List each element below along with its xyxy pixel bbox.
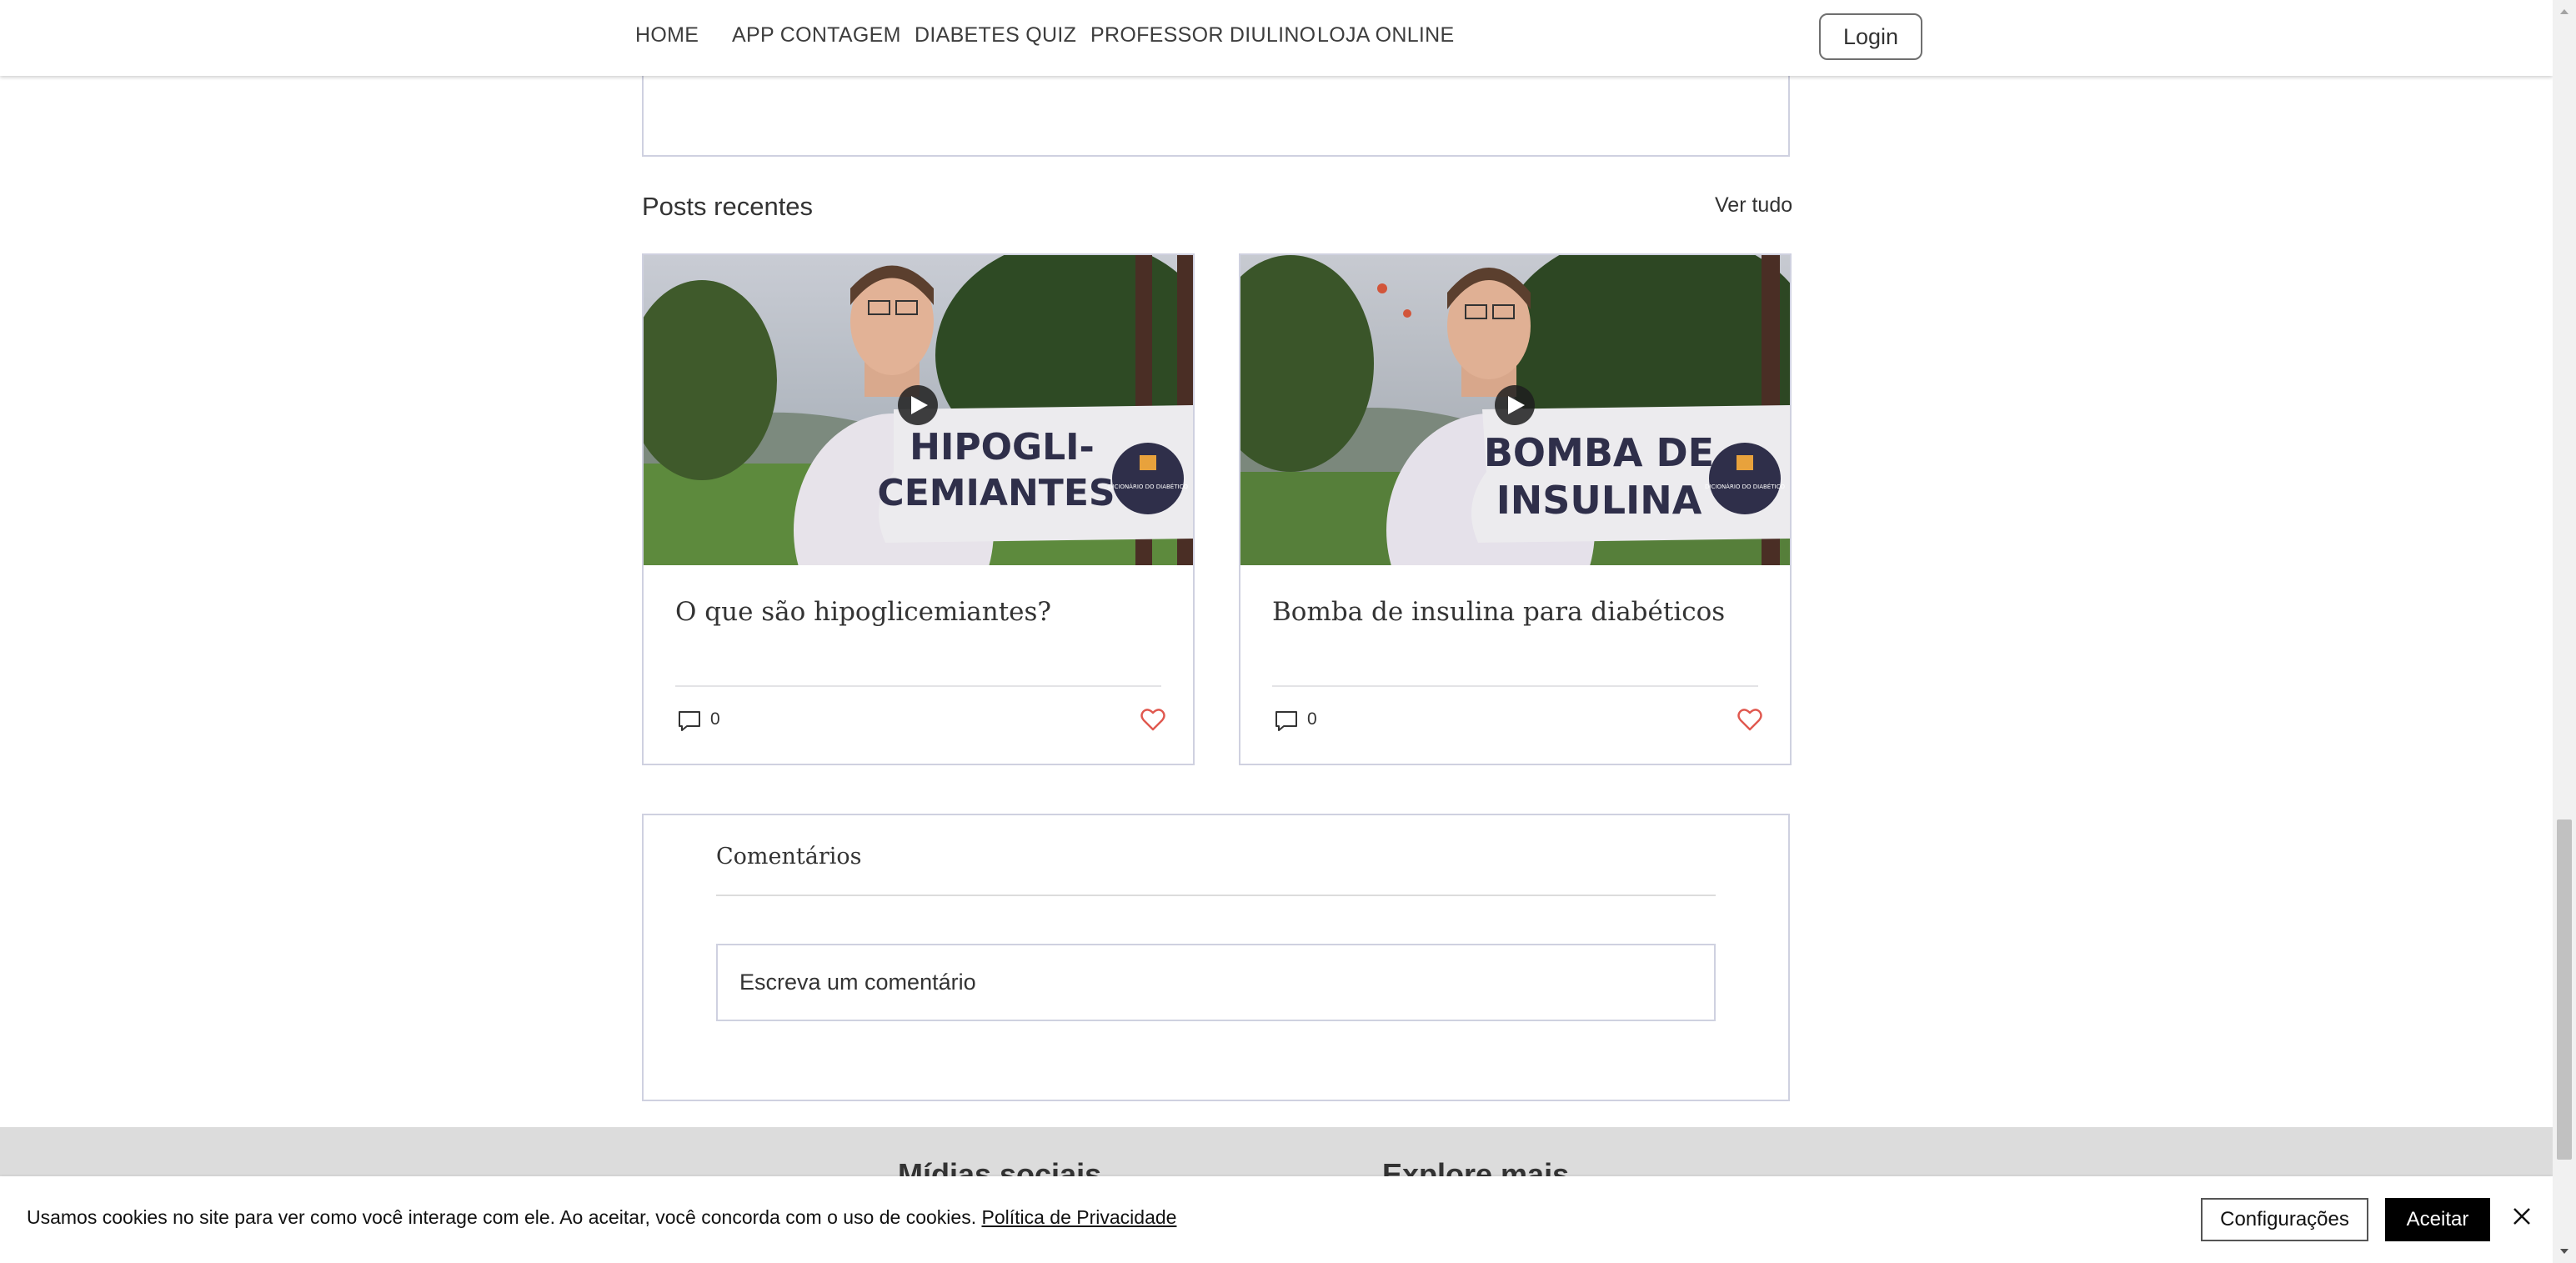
nav-professor-diulino[interactable]: PROFESSOR DIULINO: [1090, 23, 1316, 48]
card-divider: [1272, 685, 1758, 687]
post-card[interactable]: HIPOGLI- CEMIANTES DICIONÁRIO DO DIABÉTI…: [642, 253, 1195, 765]
privacy-policy-link[interactable]: Política de Privacidade: [981, 1206, 1176, 1228]
scrollbar[interactable]: [2553, 0, 2576, 1263]
cookie-message-text: Usamos cookies no site para ver como voc…: [27, 1206, 977, 1228]
comment-count: 0: [1307, 709, 1317, 729]
play-icon: [898, 385, 938, 425]
cookie-accept-button[interactable]: Aceitar: [2385, 1198, 2490, 1241]
nav-home[interactable]: HOME: [635, 23, 699, 48]
recent-posts-title: Posts recentes: [642, 192, 814, 221]
thumbnail-title-line2: CEMIANTES: [877, 472, 1115, 514]
post-title[interactable]: Bomba de insulina para diabéticos: [1272, 597, 1725, 627]
comment-input[interactable]: Escreva um comentário: [716, 944, 1716, 1021]
heart-icon[interactable]: [1140, 708, 1165, 731]
post-title[interactable]: O que são hipoglicemiantes?: [675, 597, 1051, 627]
comment-icon[interactable]: [677, 709, 702, 734]
comment-count: 0: [710, 709, 720, 729]
play-icon: [1495, 385, 1535, 425]
comments-divider: [716, 895, 1716, 896]
cookie-settings-button[interactable]: Configurações: [2201, 1198, 2368, 1241]
post-card[interactable]: BOMBA DE INSULINA DICIONÁRIO DO DIABÉTIC…: [1239, 253, 1792, 765]
login-button[interactable]: Login: [1819, 13, 1922, 60]
badge-text: DICIONÁRIO DO DIABÉTICO: [1108, 483, 1188, 490]
post-thumbnail[interactable]: BOMBA DE INSULINA DICIONÁRIO DO DIABÉTIC…: [1240, 255, 1790, 565]
comments-title: Comentários: [716, 844, 862, 870]
site-header: HOME APP CONTAGEM DIABETES QUIZ PROFESSO…: [0, 0, 2553, 76]
cookie-banner: Usamos cookies no site para ver como voc…: [0, 1176, 2553, 1263]
scroll-up-arrow-icon[interactable]: [2553, 0, 2576, 23]
nav-app-contagem[interactable]: APP CONTAGEM: [732, 23, 901, 48]
thumbnail-title-line1: HIPOGLI-: [910, 426, 1095, 469]
nav-diabetes-quiz[interactable]: DIABETES QUIZ: [915, 23, 1076, 48]
scrollbar-thumb[interactable]: [2557, 819, 2572, 1160]
comment-icon[interactable]: [1274, 709, 1299, 734]
cookie-message: Usamos cookies no site para ver como voc…: [27, 1206, 1176, 1229]
nav-loja-online[interactable]: LOJA ONLINE: [1317, 23, 1454, 48]
post-thumbnail[interactable]: HIPOGLI- CEMIANTES DICIONÁRIO DO DIABÉTI…: [644, 255, 1193, 565]
heart-icon[interactable]: [1737, 708, 1762, 731]
badge-text: DICIONÁRIO DO DIABÉTICO: [1705, 483, 1785, 490]
see-all-link[interactable]: Ver tudo: [1715, 193, 1792, 218]
thumbnail-title-line2: INSULINA: [1496, 478, 1702, 523]
scroll-down-arrow-icon[interactable]: [2553, 1240, 2576, 1263]
thumbnail-title-line1: BOMBA DE: [1484, 430, 1714, 475]
card-divider: [675, 685, 1161, 687]
close-icon[interactable]: [2512, 1206, 2532, 1226]
